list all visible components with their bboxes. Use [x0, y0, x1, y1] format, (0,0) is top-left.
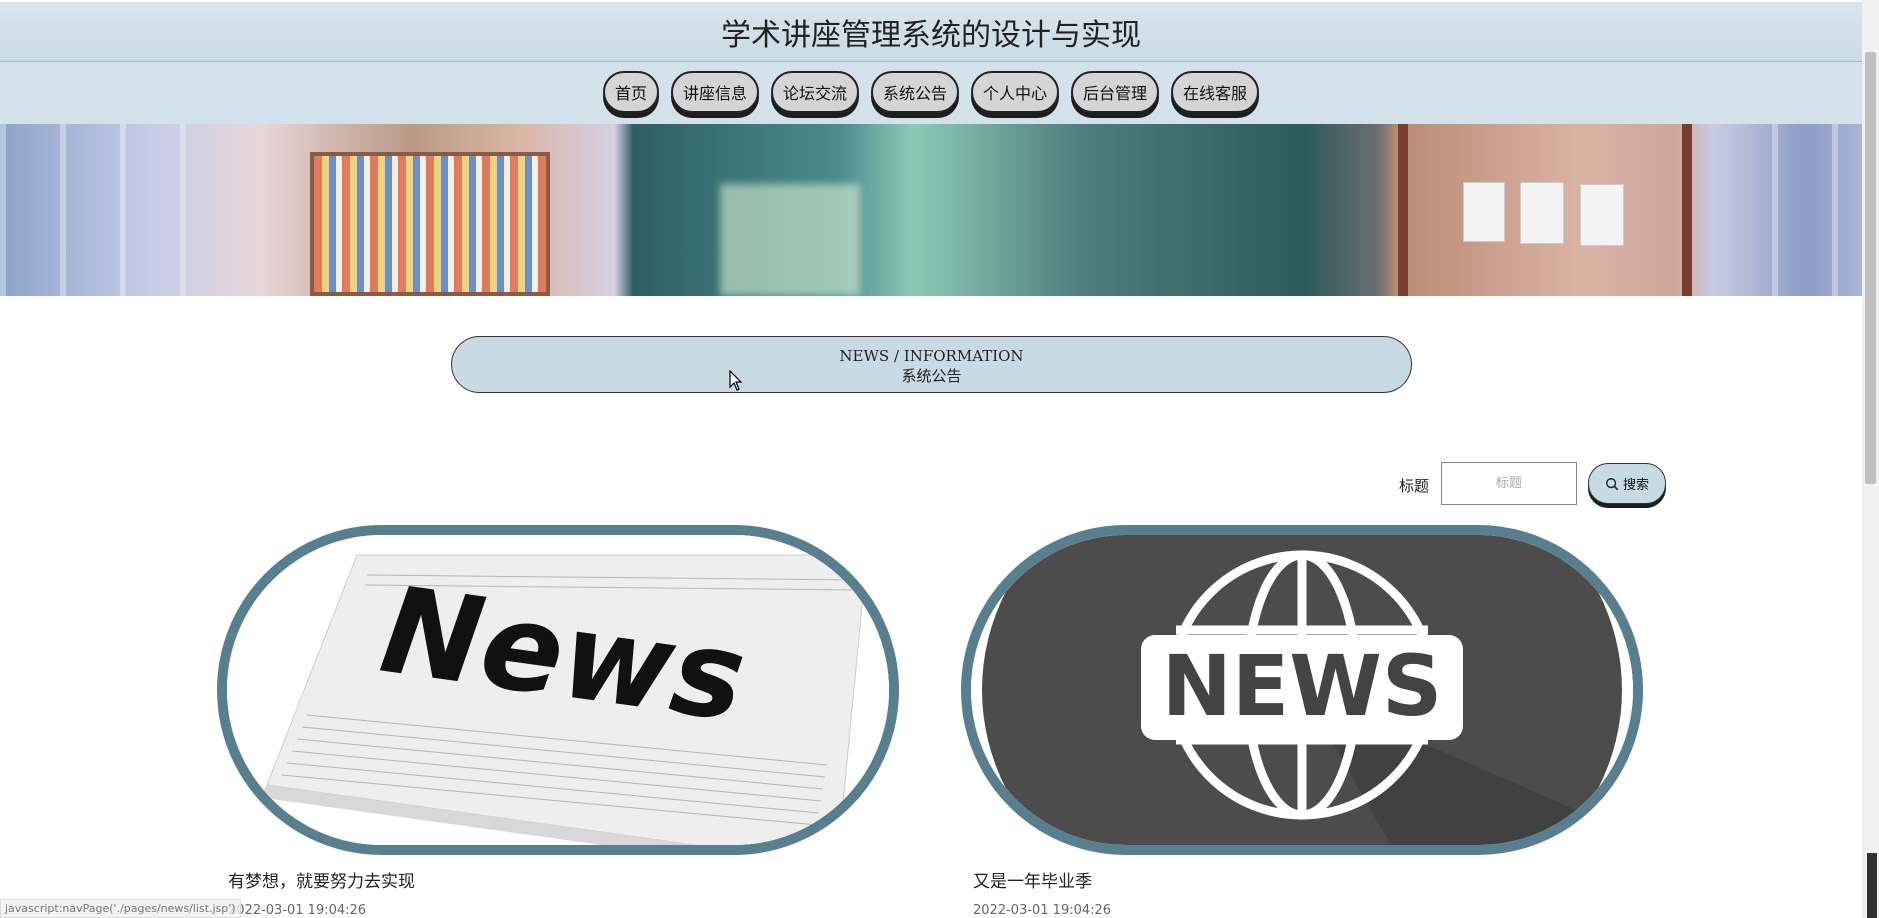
nav-lecture-info[interactable]: 讲座信息: [670, 71, 759, 113]
nav-forum[interactable]: 论坛交流: [770, 71, 859, 113]
news-card-image-2[interactable]: NEWS: [961, 525, 1643, 855]
scrollbar-bottom-handle[interactable]: [1867, 853, 1877, 918]
search-button[interactable]: 搜索: [1588, 463, 1666, 504]
nav-admin[interactable]: 后台管理: [1071, 71, 1160, 113]
news-card-date: 2022-03-01 19:04:26: [228, 903, 367, 918]
section-heading-zh: 系统公告: [901, 367, 962, 385]
mouse-cursor-icon: [729, 370, 743, 391]
section-heading: NEWS / INFORMATION 系统公告: [451, 336, 1412, 393]
search-label: 标题: [1399, 477, 1430, 495]
search-icon: [1606, 477, 1619, 490]
banner-notice-decoration-3: [1580, 184, 1624, 246]
nav-online-support[interactable]: 在线客服: [1171, 71, 1260, 113]
banner-window-decoration-2: [1772, 124, 1862, 296]
news-card-image[interactable]: News: [217, 525, 899, 855]
newspaper-image: News: [227, 535, 889, 845]
banner-notice-decoration-2: [1520, 182, 1564, 244]
news-card-title[interactable]: 有梦想，就要努力去实现: [228, 867, 415, 892]
news-card-date-2: 2022-03-01 19:04:26: [973, 903, 1112, 918]
banner-door-decoration: [1398, 124, 1408, 296]
nav-announcements[interactable]: 系统公告: [870, 71, 959, 113]
banner-window-decoration: [0, 124, 195, 296]
status-bar-url: javascript:navPage('./pages/news/list.js…: [0, 899, 241, 918]
section-heading-en: NEWS / INFORMATION: [839, 347, 1024, 365]
site-title: 学术讲座管理系统的设计与实现: [721, 17, 1141, 53]
banner-light-decoration: [720, 184, 860, 296]
banner-notice-decoration: [1463, 182, 1505, 242]
banner-door-decoration-2: [1682, 124, 1692, 296]
news-card-title-2[interactable]: 又是一年毕业季: [973, 867, 1092, 892]
search-title-input[interactable]: [1441, 462, 1577, 505]
globe-news-image: NEWS: [971, 535, 1633, 845]
main-nav: 首页 讲座信息 论坛交流 系统公告 个人中心 后台管理 在线客服: [0, 62, 1862, 124]
banner-bookshelf-decoration: [310, 152, 550, 296]
page-scrollbar-thumb[interactable]: [1865, 52, 1876, 484]
hero-banner: [0, 124, 1862, 296]
nav-home[interactable]: 首页: [602, 71, 659, 113]
header-title-bar: 学术讲座管理系统的设计与实现: [0, 2, 1862, 62]
nav-personal-center[interactable]: 个人中心: [971, 71, 1060, 113]
globe-news-logo-text: NEWS: [1162, 637, 1443, 735]
search-button-label: 搜索: [1622, 478, 1649, 493]
